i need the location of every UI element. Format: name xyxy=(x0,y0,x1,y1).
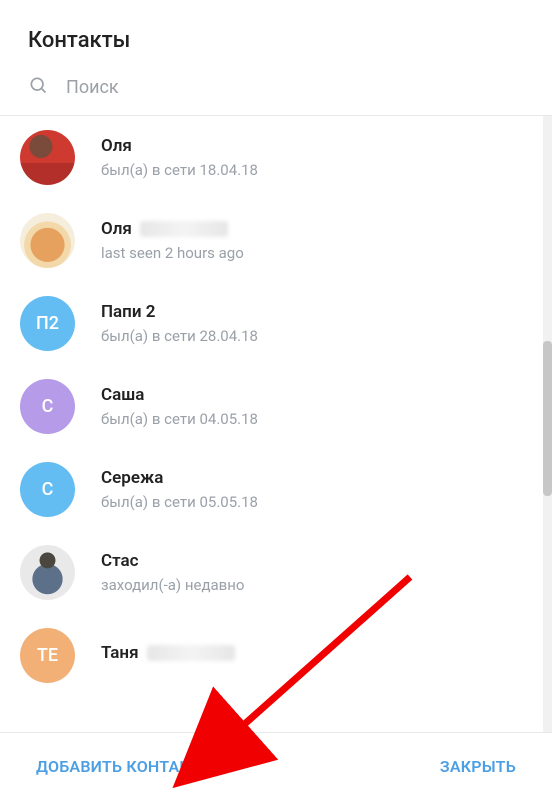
contact-avatar: С xyxy=(20,379,75,434)
contacts-list[interactable]: Оля был(а) в сети 18.04.18 Оля last seen 2 … xyxy=(0,116,543,732)
contact-name: Сережа xyxy=(101,468,163,488)
redacted-surname xyxy=(140,221,228,237)
contact-row[interactable]: Оля был(а) в сети 18.04.18 xyxy=(0,116,543,199)
redacted-surname xyxy=(147,645,235,661)
scrollbar-thumb[interactable] xyxy=(543,341,552,496)
contact-name: Оля xyxy=(101,219,132,239)
search-icon xyxy=(28,75,48,99)
contact-name: Саша xyxy=(101,385,144,405)
contact-avatar: П2 xyxy=(20,296,75,351)
contacts-list-area: Оля был(а) в сети 18.04.18 Оля last seen 2 … xyxy=(0,115,552,733)
contact-avatar xyxy=(20,213,75,268)
contact-status: был(а) в сети 05.05.18 xyxy=(101,493,258,511)
search-input[interactable] xyxy=(66,77,524,98)
contact-row[interactable]: П2 Папи 2 был(а) в сети 28.04.18 xyxy=(0,282,543,365)
contact-status: был(а) в сети 18.04.18 xyxy=(101,161,258,179)
contact-name: Папи 2 xyxy=(101,302,155,322)
search-row xyxy=(0,71,552,115)
modal-header: Контакты xyxy=(0,0,552,71)
contact-row[interactable]: С Сережа был(а) в сети 05.05.18 xyxy=(0,448,543,531)
contact-avatar xyxy=(20,545,75,600)
contact-status: был(а) в сети 04.05.18 xyxy=(101,410,258,428)
modal-title: Контакты xyxy=(28,28,524,53)
contact-avatar: С xyxy=(20,462,75,517)
contact-status: last seen 2 hours ago xyxy=(101,244,244,262)
contact-name: Оля xyxy=(101,136,132,156)
contact-row[interactable]: Оля last seen 2 hours ago xyxy=(0,199,543,282)
modal-footer: ДОБАВИТЬ КОНТАКТ ЗАКРЫТЬ xyxy=(0,733,552,800)
scrollbar[interactable] xyxy=(543,116,552,732)
contact-status: заходил(-а) недавно xyxy=(101,576,244,594)
contact-row[interactable]: Стас заходил(-а) недавно xyxy=(0,531,543,614)
contact-status: был(а) в сети 28.04.18 xyxy=(101,327,258,345)
add-contact-button[interactable]: ДОБАВИТЬ КОНТАКТ xyxy=(36,757,200,776)
contact-row[interactable]: ТЕ Таня xyxy=(0,614,543,697)
contact-name: Таня xyxy=(101,643,139,663)
contact-row[interactable]: С Саша был(а) в сети 04.05.18 xyxy=(0,365,543,448)
contacts-modal: Контакты Оля был(а) в сети 18.04.18 Оля las… xyxy=(0,0,552,800)
close-button[interactable]: ЗАКРЫТЬ xyxy=(440,757,516,776)
contact-avatar xyxy=(20,130,75,185)
contact-avatar: ТЕ xyxy=(20,628,75,683)
contact-name: Стас xyxy=(101,551,139,571)
